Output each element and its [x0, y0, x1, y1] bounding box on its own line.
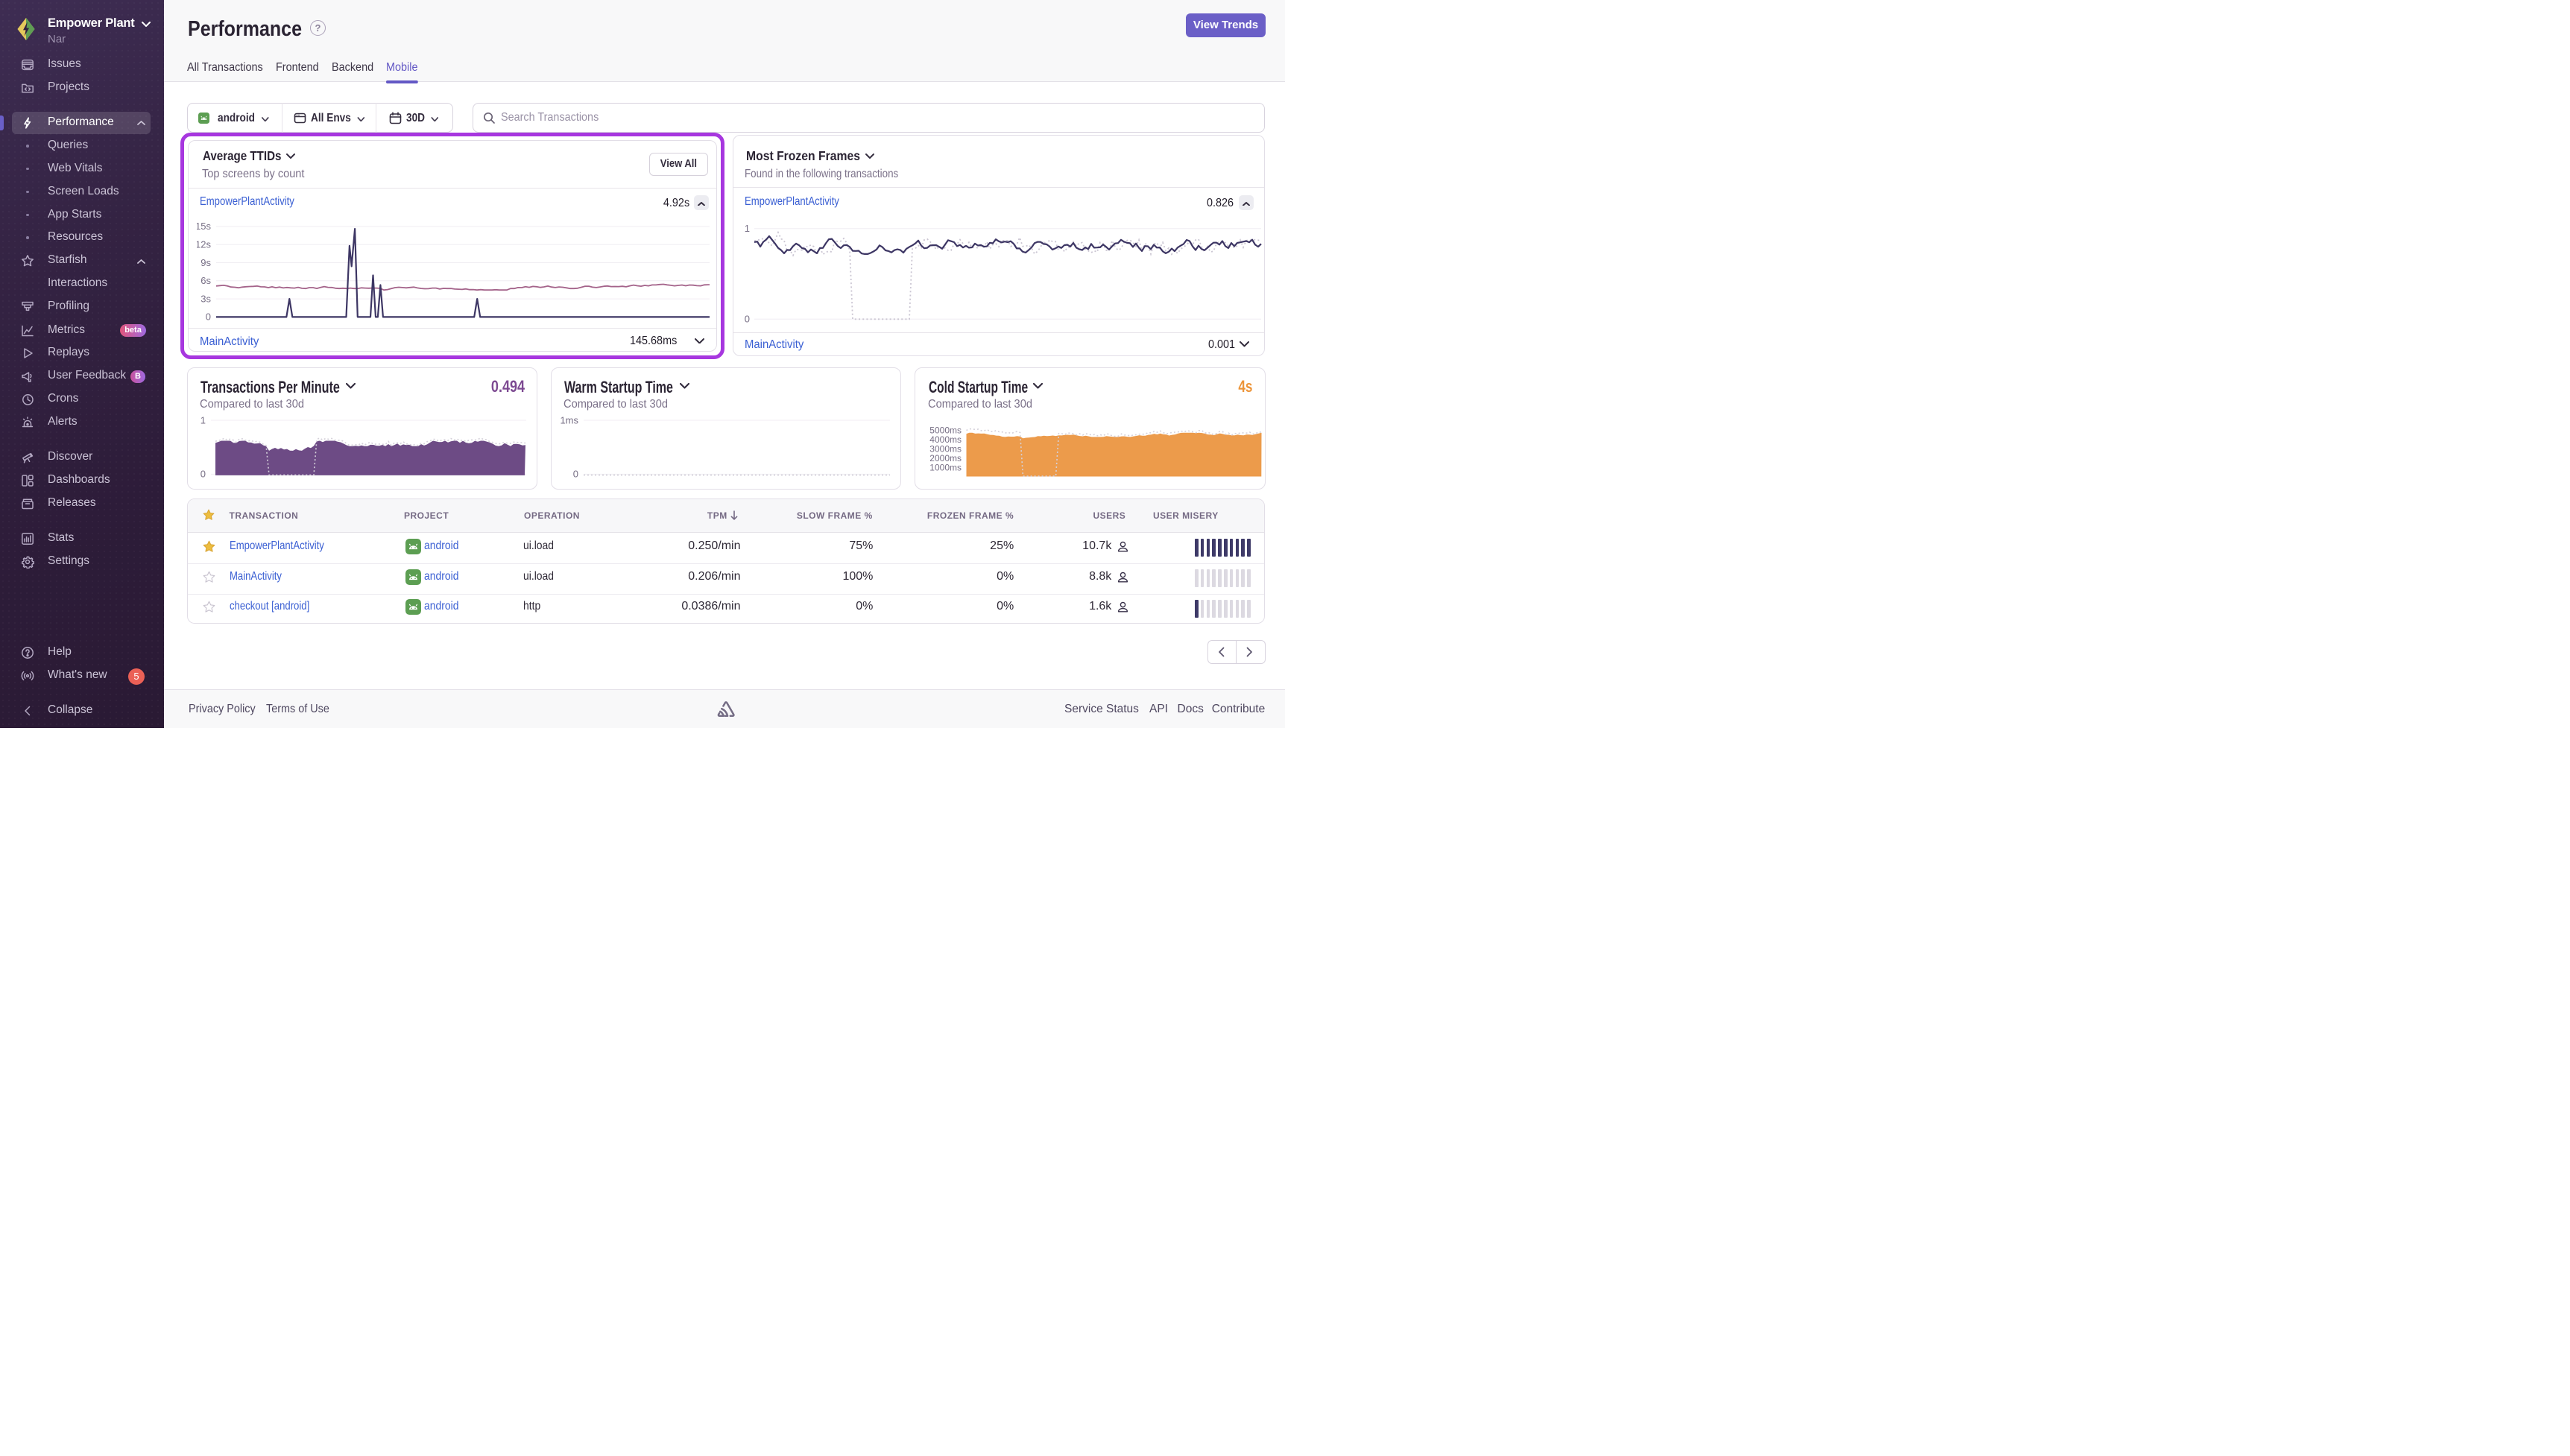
- svg-text:9s: 9s: [201, 257, 211, 268]
- svg-text:1: 1: [201, 415, 206, 426]
- svg-text:0: 0: [573, 469, 578, 480]
- svg-text:15s: 15s: [197, 221, 211, 232]
- svg-text:12s: 12s: [197, 239, 211, 250]
- svg-text:0: 0: [201, 469, 206, 480]
- svg-text:3s: 3s: [201, 293, 211, 304]
- svg-text:1ms: 1ms: [560, 415, 578, 426]
- svg-text:1000ms: 1000ms: [929, 462, 962, 472]
- svg-text:0: 0: [745, 314, 750, 323]
- svg-text:6s: 6s: [201, 275, 211, 286]
- svg-text:0: 0: [206, 311, 211, 322]
- svg-text:1: 1: [745, 224, 750, 234]
